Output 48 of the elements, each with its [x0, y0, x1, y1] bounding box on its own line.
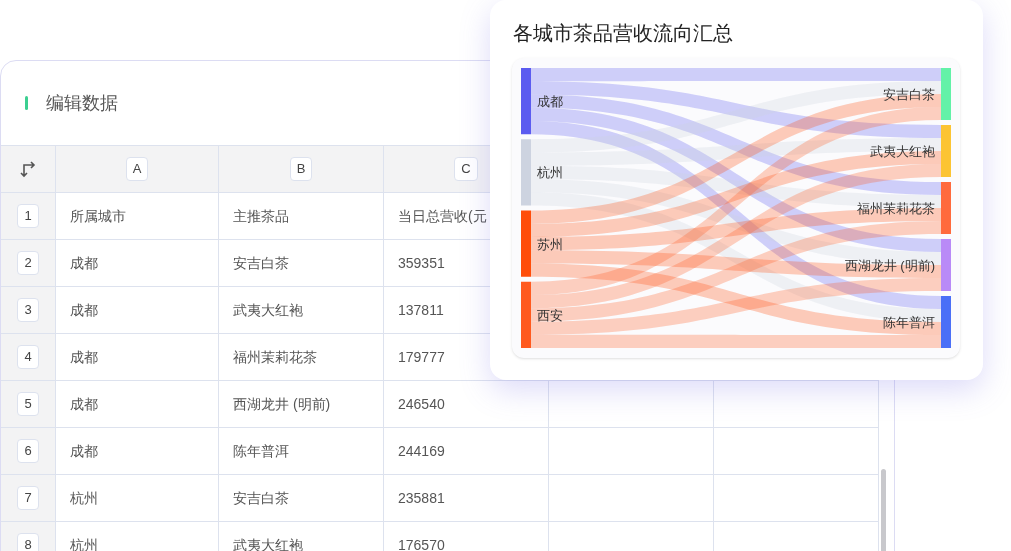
table-cell-text: 成都: [70, 347, 98, 367]
row-number: 1: [17, 204, 39, 228]
table-cell-text: 成都: [70, 300, 98, 320]
table-cell-text: 杭州: [70, 535, 98, 551]
row-number: 6: [17, 439, 39, 463]
swap-arrows-icon[interactable]: [19, 160, 37, 178]
table-cell-text: 所属城市: [70, 206, 126, 226]
row-number: 2: [17, 251, 39, 275]
table-cell-text: 成都: [70, 394, 98, 414]
column-letter[interactable]: A: [125, 157, 149, 181]
node-label: 福州茉莉花茶: [857, 201, 935, 216]
table-cell-text: 武夷大红袍: [233, 300, 303, 320]
row-number: 7: [17, 486, 39, 510]
table-cell-text: 359351: [398, 253, 445, 273]
node-label: 陈年普洱: [883, 315, 935, 330]
table-cell-text: 福州茉莉花茶: [233, 347, 317, 367]
accent-bar: [25, 96, 28, 110]
node-label: 苏州: [537, 236, 563, 252]
table-cell-text: 当日总营收(元: [398, 206, 487, 226]
node-label: 安吉白茶: [883, 87, 935, 102]
node-label: 武夷大红袍: [870, 144, 935, 159]
table-cell-text: 成都: [70, 441, 98, 461]
table-cell-text: 主推茶品: [233, 206, 289, 226]
table-cell-text: 235881: [398, 488, 445, 508]
node-label: 杭州: [537, 165, 563, 181]
row-number: 3: [17, 298, 39, 322]
table-cell-text: 244169: [398, 441, 445, 461]
row-number: 8: [17, 533, 39, 551]
row-number: 5: [17, 392, 39, 416]
table-cell-text: 成都: [70, 253, 98, 273]
table-cell-text: 武夷大红袍: [233, 535, 303, 551]
table-cell-text: 陈年普洱: [233, 441, 289, 461]
node-label: 西安: [537, 307, 563, 323]
table-cell-text: 246540: [398, 394, 445, 414]
node-label: 西湖龙井 (明前): [844, 258, 935, 273]
node-label: 成都: [537, 94, 563, 110]
panel-title: 编辑数据: [46, 91, 118, 115]
table-cell-text: 179777: [398, 347, 445, 367]
table-cell-text: 137811: [398, 300, 444, 320]
chart-title: 各城市茶品营收流向汇总: [513, 21, 733, 46]
table-cell-text: 杭州: [70, 488, 98, 508]
table-cell-text: 安吉白茶: [233, 488, 289, 508]
table-cell-text: 176570: [398, 535, 445, 551]
column-letter[interactable]: C: [454, 157, 478, 181]
table-cell-text: 西湖龙井 (明前): [233, 394, 331, 414]
table-cell-text: 安吉白茶: [233, 253, 289, 273]
column-letter[interactable]: B: [289, 157, 313, 181]
row-number: 4: [17, 345, 39, 369]
